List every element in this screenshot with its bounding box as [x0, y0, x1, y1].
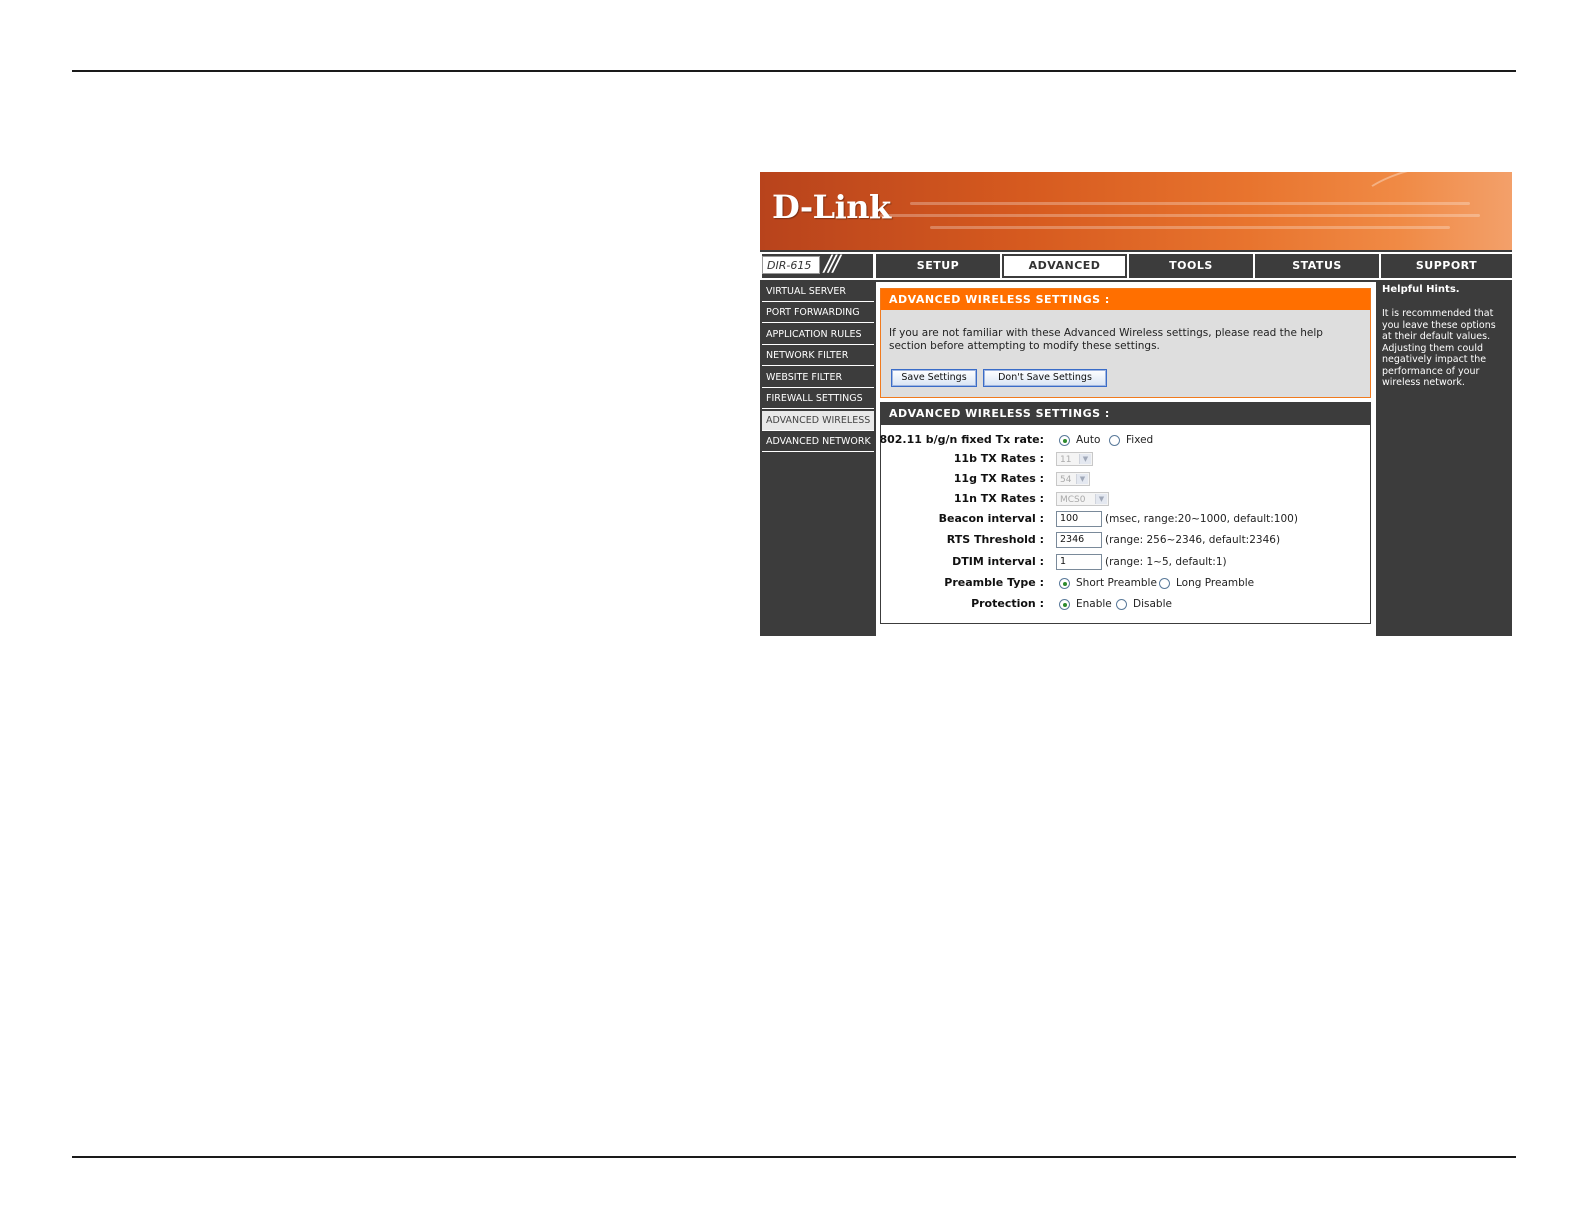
rts-label: RTS Threshold :	[946, 533, 1044, 546]
router-admin-screenshot: D-Link DIR-615 /// SETUP ADVANCED TOOLS …	[760, 172, 1512, 636]
dont-save-settings-button[interactable]: Don't Save Settings	[983, 369, 1107, 387]
helpful-hints-panel: Helpful Hints. It is recommended that yo…	[1378, 282, 1512, 636]
advanced-wireless-panel: ADVANCED WIRELESS SETTINGS : 802.11 b/g/…	[879, 402, 1371, 624]
tab-status[interactable]: STATUS	[1255, 254, 1379, 278]
model-name: DIR-615	[762, 256, 820, 274]
model-slashes-icon: ///	[824, 252, 840, 277]
tx-rate-fixed-radio[interactable]	[1109, 435, 1120, 446]
rate-11b-row: 11b TX Rates : 11 ▼	[881, 449, 1370, 469]
rate-11n-row: 11n TX Rates : MCS0 ▼	[881, 489, 1370, 509]
banner-arc	[1348, 172, 1512, 250]
sidebar-item-virtual-server[interactable]: VIRTUAL SERVER	[762, 282, 874, 302]
left-sidebar: VIRTUAL SERVER PORT FORWARDING APPLICATI…	[762, 282, 874, 636]
rate-11n-label: 11n TX Rates :	[953, 492, 1044, 505]
sidebar-item-firewall-settings[interactable]: FIREWALL SETTINGS	[762, 389, 874, 409]
preamble-label: Preamble Type :	[944, 576, 1044, 589]
protection-enable-label: Enable	[1076, 598, 1112, 610]
preamble-short-radio[interactable]	[1059, 578, 1070, 589]
beacon-input[interactable]: 100	[1056, 511, 1102, 527]
save-settings-button[interactable]: Save Settings	[891, 369, 977, 387]
intro-panel: ADVANCED WIRELESS SETTINGS : If you are …	[880, 288, 1371, 398]
sidebar-item-application-rules[interactable]: APPLICATION RULES	[762, 325, 874, 345]
dlink-banner: D-Link	[760, 172, 1512, 250]
tab-tools[interactable]: TOOLS	[1129, 254, 1253, 278]
rate-11b-label: 11b TX Rates :	[953, 452, 1044, 465]
bottom-rule	[72, 1156, 1516, 1158]
beacon-hint: (msec, range:20~1000, default:100)	[1105, 513, 1298, 525]
settings-header: ADVANCED WIRELESS SETTINGS :	[881, 403, 1370, 425]
sidebar-item-port-forwarding[interactable]: PORT FORWARDING	[762, 303, 874, 323]
tab-support[interactable]: SUPPORT	[1381, 254, 1512, 278]
beacon-label: Beacon interval :	[938, 512, 1044, 525]
chevron-down-icon: ▼	[1095, 494, 1107, 504]
rts-input[interactable]: 2346	[1056, 532, 1102, 548]
sidebar-item-advanced-network[interactable]: ADVANCED NETWORK	[762, 432, 874, 452]
tx-rate-auto-radio[interactable]	[1059, 435, 1070, 446]
rts-row: RTS Threshold : 2346 (range: 256~2346, d…	[881, 530, 1370, 550]
model-badge: DIR-615 ///	[762, 254, 873, 278]
rate-11b-select[interactable]: 11 ▼	[1056, 452, 1093, 466]
help-title: Helpful Hints.	[1382, 284, 1460, 295]
protection-enable-radio[interactable]	[1059, 599, 1070, 610]
tx-rate-row: 802.11 b/g/n fixed Tx rate: Auto Fixed	[879, 430, 1370, 450]
top-rule	[72, 70, 1516, 72]
help-text: It is recommended that you leave these o…	[1382, 308, 1496, 388]
rate-11n-value: MCS0	[1060, 495, 1086, 505]
tab-advanced[interactable]: ADVANCED	[1002, 254, 1127, 278]
protection-label: Protection :	[971, 597, 1044, 610]
chevron-down-icon: ▼	[1076, 474, 1088, 484]
protection-disable-radio[interactable]	[1116, 599, 1127, 610]
dlink-logo: D-Link	[772, 188, 891, 226]
preamble-long-radio[interactable]	[1159, 578, 1170, 589]
chevron-down-icon: ▼	[1079, 454, 1091, 464]
protection-row: Protection : Enable Disable	[881, 594, 1370, 614]
intro-header: ADVANCED WIRELESS SETTINGS :	[881, 289, 1370, 310]
preamble-long-label: Long Preamble	[1176, 577, 1255, 589]
rate-11n-select[interactable]: MCS0 ▼	[1056, 492, 1109, 506]
intro-message: If you are not familiar with these Advan…	[889, 327, 1323, 352]
main-content: ADVANCED WIRELESS SETTINGS : If you are …	[876, 282, 1376, 636]
tx-rate-auto-label: Auto	[1076, 434, 1101, 446]
tx-rate-fixed-label: Fixed	[1126, 434, 1154, 446]
rate-11g-row: 11g TX Rates : 54 ▼	[881, 469, 1370, 489]
top-navigation: DIR-615 /// SETUP ADVANCED TOOLS STATUS …	[760, 252, 1512, 280]
protection-disable-label: Disable	[1133, 598, 1172, 610]
tab-setup[interactable]: SETUP	[876, 254, 1000, 278]
rate-11g-value: 54	[1060, 475, 1072, 485]
preamble-short-label: Short Preamble	[1076, 577, 1157, 589]
dtim-label: DTIM interval :	[952, 555, 1044, 568]
dtim-hint: (range: 1~5, default:1)	[1105, 556, 1227, 568]
beacon-row: Beacon interval : 100 (msec, range:20~10…	[881, 509, 1370, 529]
rate-11g-select[interactable]: 54 ▼	[1056, 472, 1090, 486]
sidebar-item-website-filter[interactable]: WEBSITE FILTER	[762, 368, 874, 388]
sidebar-item-advanced-wireless[interactable]: ADVANCED WIRELESS	[762, 411, 874, 431]
sidebar-item-network-filter[interactable]: NETWORK FILTER	[762, 346, 874, 366]
preamble-row: Preamble Type : Short Preamble Long Prea…	[881, 573, 1370, 593]
dtim-input[interactable]: 1	[1056, 554, 1102, 570]
rts-hint: (range: 256~2346, default:2346)	[1105, 534, 1281, 546]
tx-rate-label: 802.11 b/g/n fixed Tx rate:	[879, 433, 1044, 446]
rate-11b-value: 11	[1060, 455, 1072, 465]
dtim-row: DTIM interval : 1 (range: 1~5, default:1…	[881, 552, 1370, 572]
rate-11g-label: 11g TX Rates :	[953, 472, 1044, 485]
